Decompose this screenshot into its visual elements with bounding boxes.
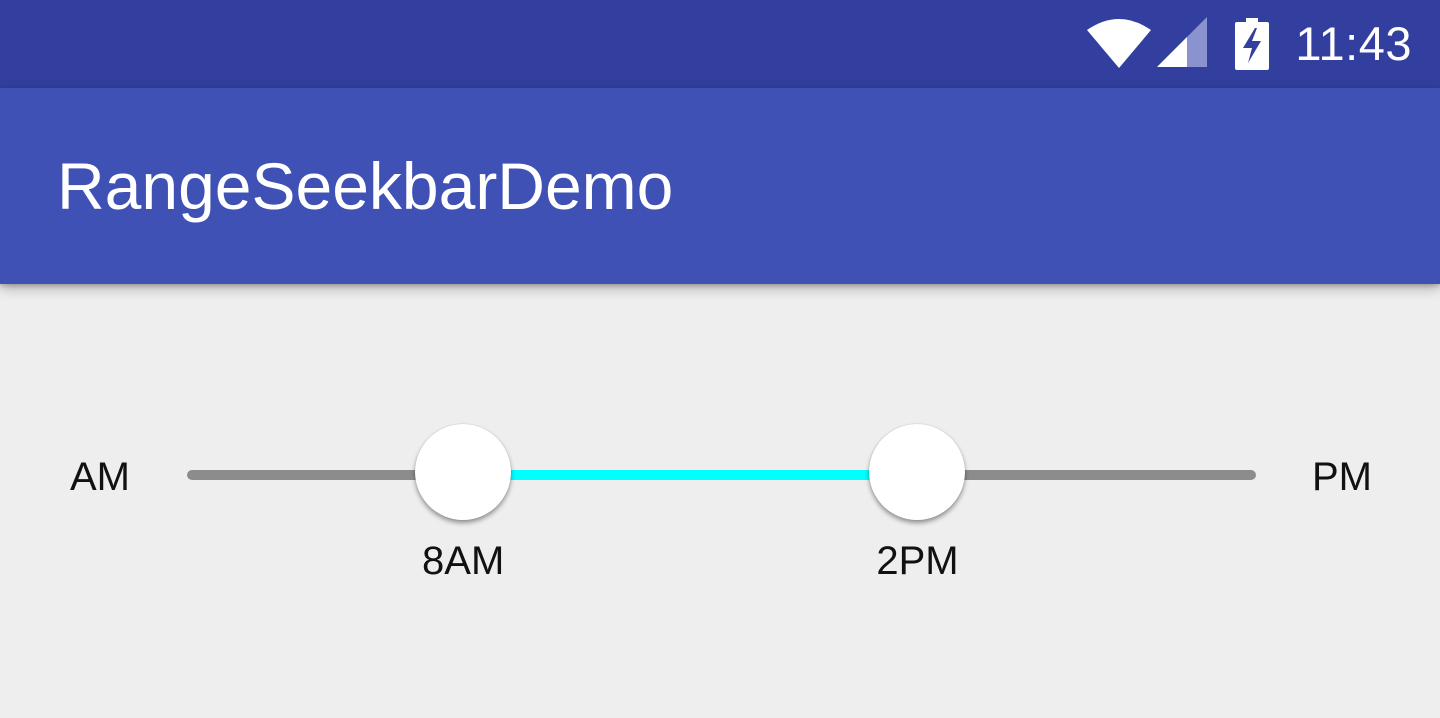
app-bar: RangeSeekbarDemo — [0, 88, 1440, 284]
wifi-icon — [1087, 18, 1152, 70]
cellular-signal-icon — [1157, 17, 1208, 67]
app-title: RangeSeekbarDemo — [57, 149, 674, 223]
status-bar: 11:43 — [0, 0, 1440, 88]
status-clock: 11:43 — [1295, 17, 1412, 70]
seekbar-selected-range — [463, 470, 918, 480]
range-seekbar[interactable]: 8AM 2PM — [0, 284, 1440, 718]
main-content: AM PM 8AM 2PM — [0, 284, 1440, 718]
start-thumb[interactable] — [415, 424, 512, 520]
start-thumb-label: 8AM — [422, 539, 505, 583]
battery-charging-icon — [1235, 18, 1270, 70]
end-thumb[interactable] — [869, 424, 966, 520]
end-thumb-label: 2PM — [876, 539, 959, 583]
status-icons: 11:43 — [1087, 0, 1412, 88]
